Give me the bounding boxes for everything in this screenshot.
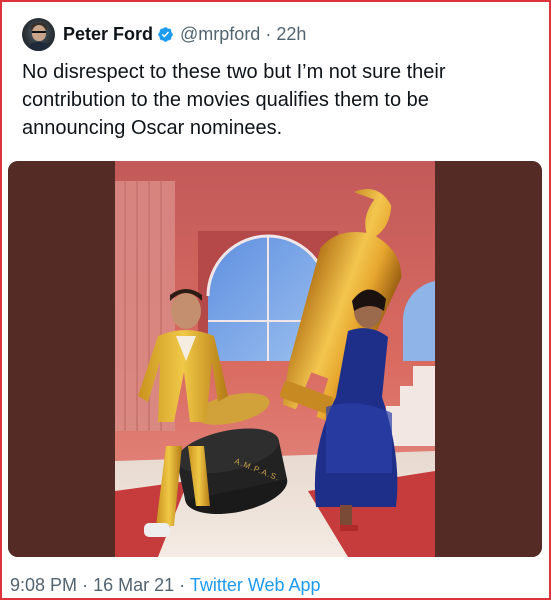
post-date[interactable]: 16 Mar 21	[93, 575, 174, 595]
avatar[interactable]	[22, 17, 55, 51]
user-handle[interactable]: @mrpford	[180, 24, 260, 45]
tweet-text: No disrespect to these two but I’m not s…	[22, 61, 446, 139]
tweet-header: Peter Ford @mrpford · 22h	[22, 17, 306, 51]
source-app-link[interactable]: Twitter Web App	[190, 575, 321, 595]
separator-dot: ·	[265, 23, 272, 44]
post-time[interactable]: 9:08 PM	[10, 575, 77, 595]
relative-time[interactable]: 22h	[276, 24, 306, 45]
verified-badge-icon	[158, 26, 173, 42]
tweet-photo[interactable]: A.M.P.A.S.	[8, 161, 542, 557]
footer-separator: ·	[179, 575, 186, 595]
photo-scene: A.M.P.A.S.	[115, 161, 435, 557]
footer-separator: ·	[82, 575, 89, 595]
display-name[interactable]: Peter Ford	[63, 24, 153, 45]
tweet-footer: 9:08 PM · 16 Mar 21 · Twitter Web App	[10, 575, 321, 596]
